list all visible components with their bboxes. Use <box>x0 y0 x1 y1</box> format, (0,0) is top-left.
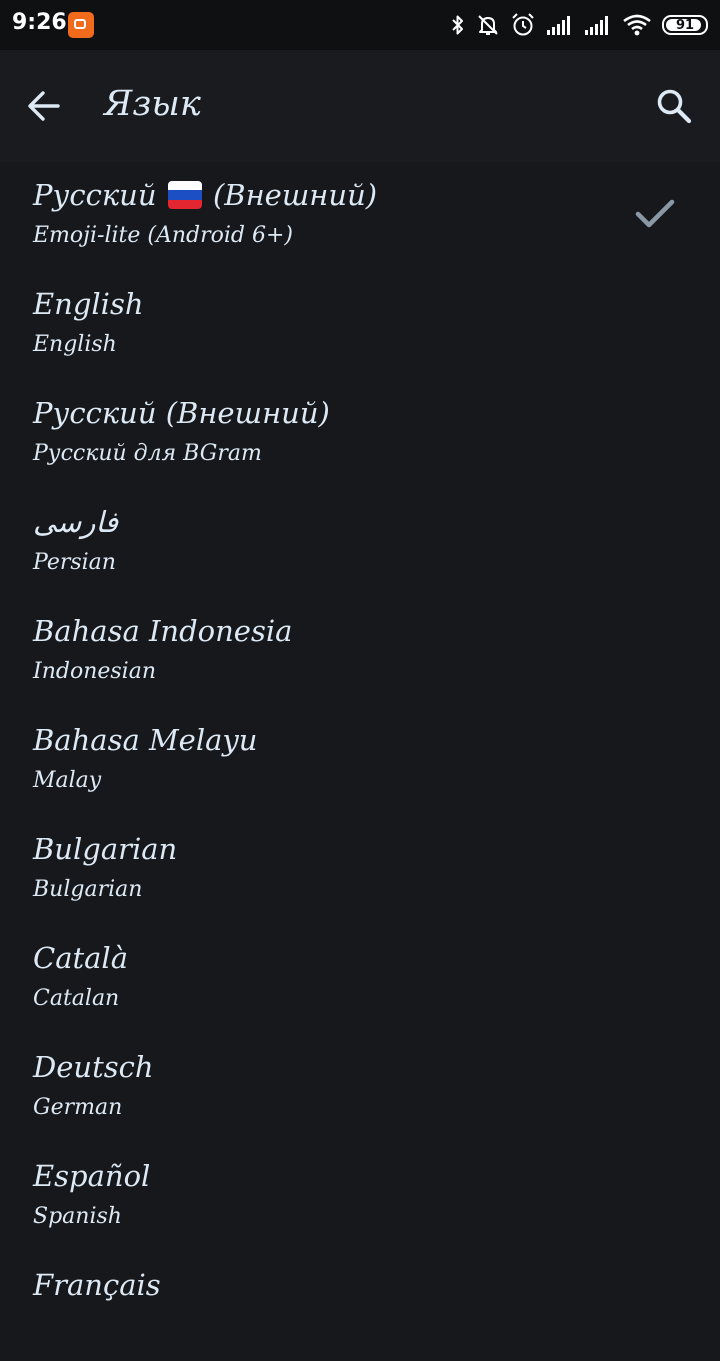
search-button[interactable] <box>648 80 700 132</box>
language-item-english[interactable]: English English <box>0 271 720 380</box>
battery-icon: 91 <box>662 15 708 35</box>
language-name: Bulgarian <box>33 832 178 866</box>
back-button[interactable] <box>18 80 70 132</box>
language-subtitle: Catalan <box>33 986 120 1011</box>
language-name: Bahasa Melayu <box>33 723 258 757</box>
status-time: 9:26 <box>12 10 67 35</box>
language-subtitle: Indonesian <box>33 659 156 684</box>
language-subtitle: Spanish <box>33 1204 122 1229</box>
language-list: Русский (Внешний) Emoji-lite (Android 6+… <box>0 162 720 1361</box>
arrow-left-icon <box>28 91 60 121</box>
language-name-suffix: (Внешний) <box>212 178 378 212</box>
language-subtitle: Emoji-lite (Android 6+) <box>33 223 293 248</box>
status-bar: 9:26 91 <box>0 0 720 50</box>
toolbar: Язык <box>0 50 720 162</box>
checkmark-icon <box>635 199 675 228</box>
language-name: Bahasa Indonesia <box>33 614 293 648</box>
language-name: Català <box>33 941 128 975</box>
language-name: Русский (Внешний) <box>33 396 330 430</box>
page-title: Язык <box>104 84 201 124</box>
language-item-german[interactable]: Deutsch German <box>0 1034 720 1143</box>
language-name: English <box>33 287 144 321</box>
language-name: فارسی <box>33 505 119 539</box>
language-name: Français <box>33 1268 161 1302</box>
language-item-french[interactable]: Français <box>0 1252 720 1361</box>
russia-flag-icon <box>167 181 202 209</box>
language-name: Deutsch <box>33 1050 154 1084</box>
language-name: Русский (Внешний) <box>33 178 377 212</box>
language-item-bulgarian[interactable]: Bulgarian Bulgarian <box>0 816 720 925</box>
bluetooth-icon <box>452 15 463 35</box>
language-item-persian[interactable]: فارسی Persian <box>0 489 720 598</box>
language-item-russian-emoji[interactable]: Русский (Внешний) Emoji-lite (Android 6+… <box>0 162 720 271</box>
language-item-malay[interactable]: Bahasa Melayu Malay <box>0 707 720 816</box>
app-notification-icon <box>68 12 94 38</box>
language-item-catalan[interactable]: Català Catalan <box>0 925 720 1034</box>
wifi-icon <box>623 14 651 36</box>
signal-2-icon <box>585 16 608 35</box>
language-item-indonesian[interactable]: Bahasa Indonesia Indonesian <box>0 598 720 707</box>
language-subtitle: Русский для BGram <box>33 441 262 466</box>
bell-muted-icon <box>478 15 498 35</box>
language-subtitle: Malay <box>33 768 102 793</box>
language-name: Español <box>33 1159 151 1193</box>
search-icon <box>657 89 692 124</box>
signal-1-icon <box>547 16 570 35</box>
language-subtitle: Bulgarian <box>33 877 143 902</box>
language-subtitle: Persian <box>33 550 116 575</box>
language-item-spanish[interactable]: Español Spanish <box>0 1143 720 1252</box>
language-name-text: Русский <box>33 178 157 212</box>
alarm-icon <box>512 13 534 36</box>
language-subtitle: English <box>33 332 117 357</box>
language-subtitle: German <box>33 1095 123 1120</box>
battery-percent: 91 <box>675 17 695 33</box>
status-icons: 91 <box>450 10 708 40</box>
language-item-russian-external[interactable]: Русский (Внешний) Русский для BGram <box>0 380 720 489</box>
